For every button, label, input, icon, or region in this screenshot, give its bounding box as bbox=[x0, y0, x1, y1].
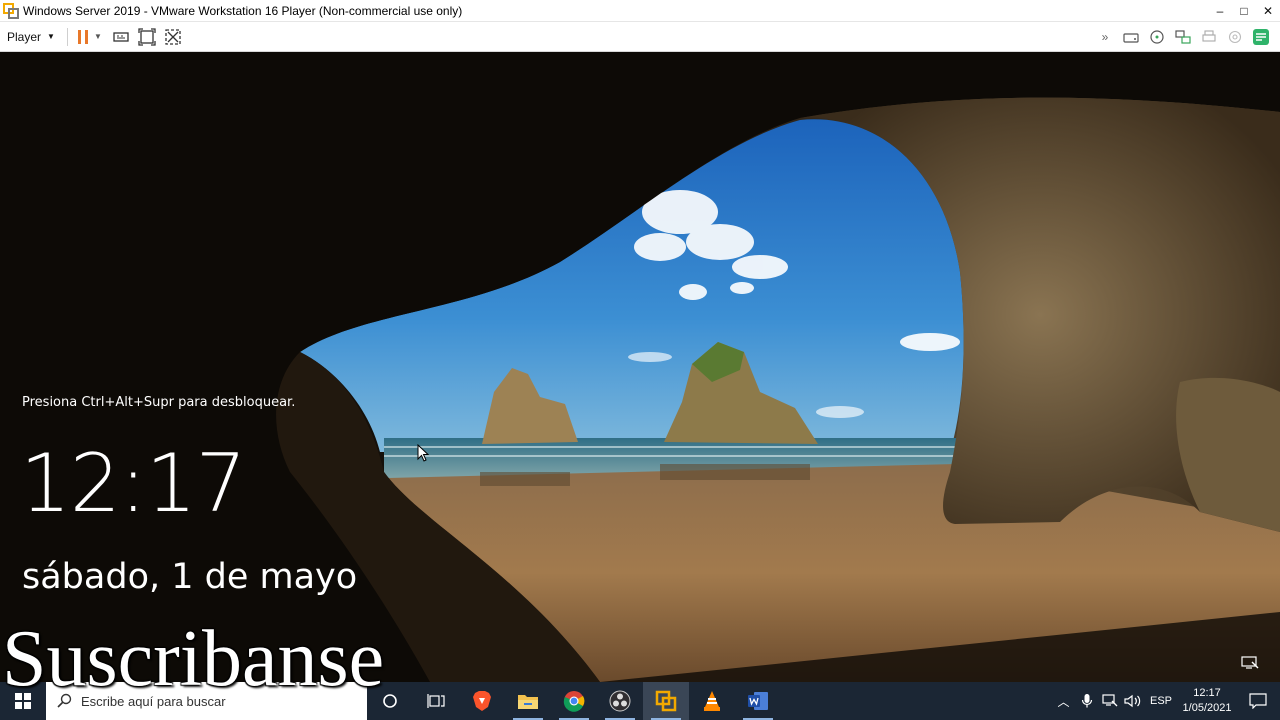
sound-icon bbox=[1228, 30, 1242, 43]
lock-screen-network-icon[interactable] bbox=[1241, 656, 1259, 670]
close-button[interactable]: ✕ bbox=[1256, 0, 1280, 22]
cd-dvd-icon bbox=[1150, 29, 1164, 44]
printer-button[interactable] bbox=[1196, 22, 1222, 52]
more-chevrons-icon: » bbox=[1101, 29, 1109, 44]
obs-studio-icon bbox=[609, 690, 631, 712]
vm-guest-display[interactable]: Presiona Ctrl+Alt+Supr para desbloquear.… bbox=[0, 52, 1280, 682]
microphone-tray-button[interactable] bbox=[1075, 682, 1098, 720]
network-adapter-icon bbox=[1175, 29, 1191, 44]
chrome-button[interactable] bbox=[551, 682, 597, 720]
vlc-icon bbox=[704, 691, 720, 711]
network-adapter-button[interactable] bbox=[1170, 22, 1196, 52]
show-hidden-icons-button[interactable]: ︿ bbox=[1052, 682, 1075, 720]
send-ctrl-alt-del-button[interactable] bbox=[108, 22, 134, 52]
action-center-button[interactable] bbox=[1236, 682, 1280, 720]
obs-studio-button[interactable] bbox=[597, 682, 643, 720]
volume-tray-button[interactable] bbox=[1121, 682, 1144, 720]
chevron-up-icon: ︿ bbox=[1057, 694, 1070, 709]
minimize-button[interactable]: – bbox=[1208, 0, 1232, 22]
microphone-icon bbox=[1081, 694, 1092, 708]
taskbar-clock-time: 12:17 bbox=[1193, 687, 1221, 699]
volume-icon bbox=[1123, 694, 1140, 708]
chevron-down-icon: ▼ bbox=[93, 32, 102, 41]
unlock-hint-text: Presiona Ctrl+Alt+Supr para desbloquear. bbox=[22, 395, 296, 410]
task-view-icon bbox=[427, 694, 445, 708]
player-menu-label: Player bbox=[7, 29, 42, 44]
brave-browser-button[interactable] bbox=[459, 682, 505, 720]
player-toolbar: Player ▼ ▼ » bbox=[0, 22, 1280, 52]
vmware-app-icon bbox=[3, 2, 19, 19]
send-ctrl-alt-del-icon bbox=[113, 31, 129, 42]
toolbar-divider bbox=[66, 27, 68, 46]
sound-button[interactable] bbox=[1222, 22, 1248, 52]
brave-browser-icon bbox=[473, 691, 491, 711]
file-explorer-icon bbox=[518, 695, 538, 709]
hard-disk-icon bbox=[1123, 32, 1139, 43]
input-language-indicator[interactable]: ESP bbox=[1144, 695, 1178, 707]
more-devices-button[interactable]: » bbox=[1092, 22, 1118, 52]
cd-dvd-button[interactable] bbox=[1144, 22, 1170, 52]
taskbar-clock[interactable]: 12:17 1/05/2021 bbox=[1178, 686, 1236, 716]
unity-icon bbox=[165, 28, 181, 45]
pause-button[interactable]: ▼ bbox=[76, 22, 102, 52]
printer-icon bbox=[1202, 29, 1216, 42]
lock-screen-date: sábado, 1 de mayo bbox=[22, 557, 358, 597]
unity-button[interactable] bbox=[160, 22, 186, 52]
network-icon bbox=[1101, 694, 1117, 707]
maximize-button[interactable]: □ bbox=[1232, 0, 1256, 22]
cortana-icon bbox=[383, 694, 397, 708]
subscribe-overlay-caption: Suscribanse bbox=[2, 615, 385, 703]
vmware-player-icon bbox=[655, 690, 677, 712]
mouse-cursor-icon bbox=[417, 444, 429, 462]
word-button[interactable] bbox=[735, 682, 781, 720]
chrome-icon bbox=[563, 691, 585, 712]
notification-icon bbox=[1249, 693, 1267, 709]
player-menu-button[interactable]: Player ▼ bbox=[0, 22, 61, 52]
vmware-player-button[interactable] bbox=[643, 682, 689, 720]
pause-icon bbox=[77, 29, 88, 44]
lock-screen-time: 12:17 bbox=[20, 437, 247, 530]
fit-guest-icon bbox=[138, 27, 156, 46]
message-log-icon bbox=[1253, 28, 1269, 45]
task-view-button[interactable] bbox=[413, 682, 459, 720]
file-explorer-button[interactable] bbox=[505, 682, 551, 720]
taskbar-clock-date: 1/05/2021 bbox=[1182, 702, 1232, 714]
window-title: Windows Server 2019 - VMware Workstation… bbox=[23, 3, 463, 18]
vlc-button[interactable] bbox=[689, 682, 735, 720]
word-icon bbox=[748, 692, 768, 710]
hard-disk-button[interactable] bbox=[1118, 22, 1144, 52]
network-tray-button[interactable] bbox=[1098, 682, 1121, 720]
fit-guest-button[interactable] bbox=[134, 22, 160, 52]
message-log-button[interactable] bbox=[1248, 22, 1274, 52]
window-titlebar: Windows Server 2019 - VMware Workstation… bbox=[0, 0, 1280, 22]
chevron-down-icon: ▼ bbox=[47, 32, 55, 41]
